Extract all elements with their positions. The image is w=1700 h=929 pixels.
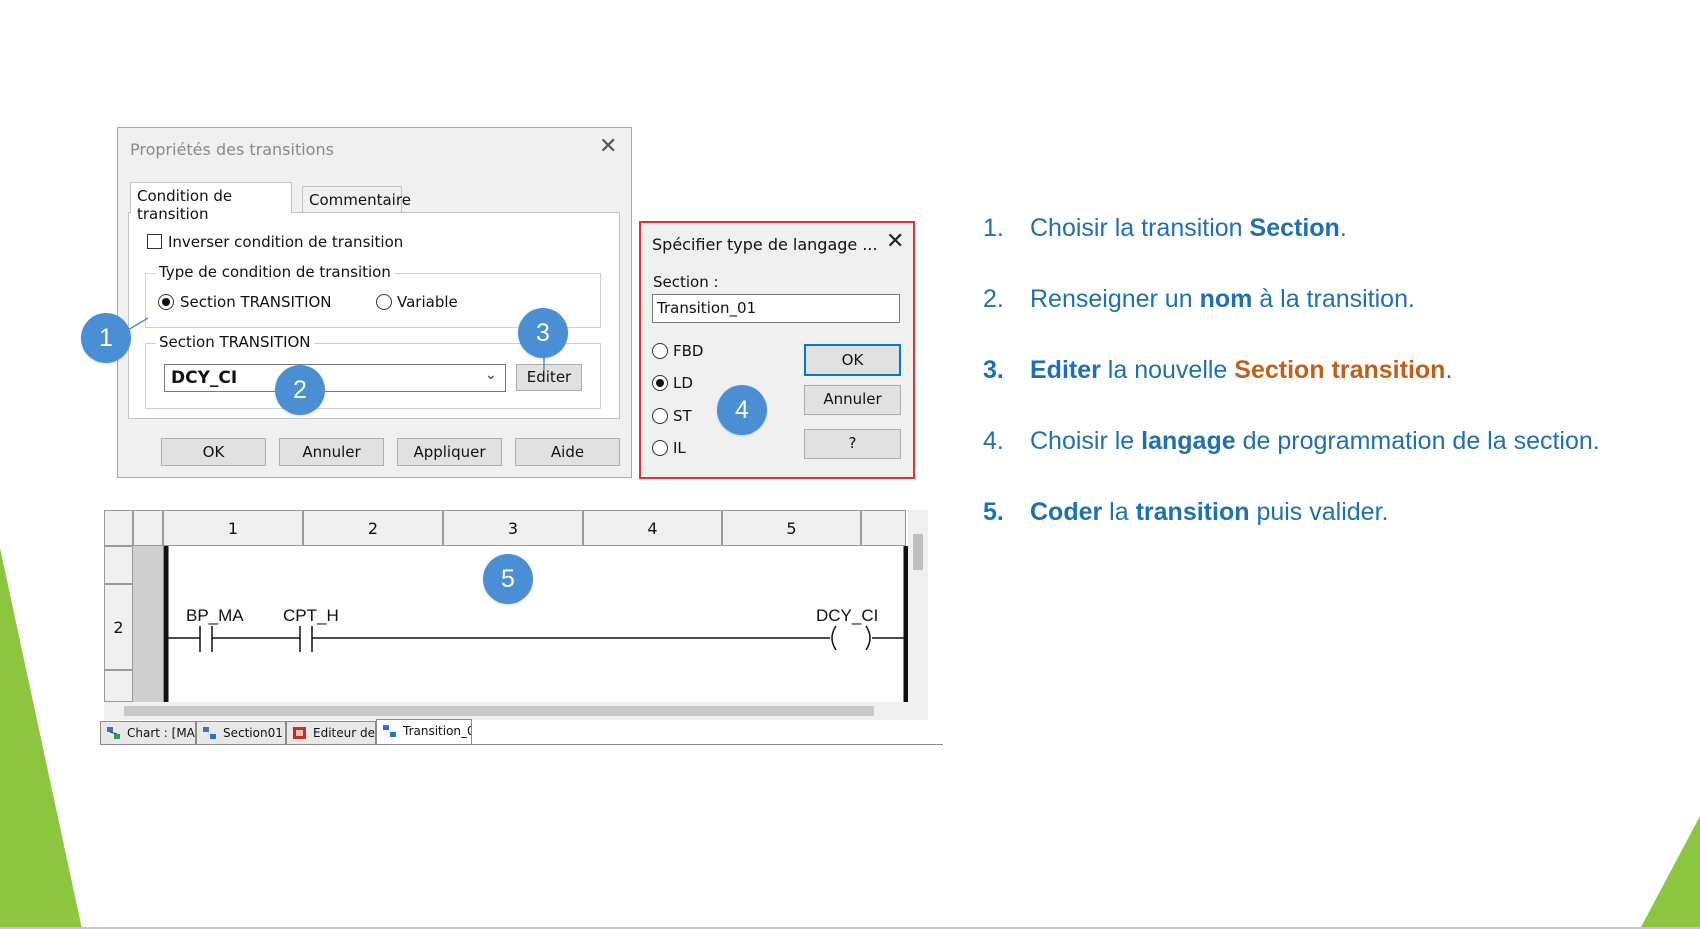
step-5: 5. Coder la transition puis valider. <box>983 498 1388 527</box>
step-text: la <box>1102 498 1136 526</box>
step-highlight: Section transition <box>1234 356 1446 384</box>
step-bubble-2: 2 <box>275 365 325 415</box>
step-bold: langage <box>1141 427 1236 455</box>
step-bold: transition <box>1135 498 1250 526</box>
step-text: la nouvelle <box>1100 356 1235 384</box>
step-4: 4. Choisir le langage de programmation de… <box>983 427 1600 456</box>
tab-section01[interactable]: Section01 <... <box>196 721 286 745</box>
data-editor-icon <box>293 727 306 739</box>
bubble-connector <box>127 317 545 370</box>
step-number: 1. <box>983 214 1004 242</box>
step-text: Renseigner un <box>1030 285 1200 313</box>
help-button[interactable]: ? <box>804 429 901 459</box>
tab-label: Chart : [MA... <box>127 726 195 740</box>
step-1: 1. Choisir la transition Section. <box>983 214 1347 243</box>
tab-bar-fill <box>472 744 943 745</box>
scroll-thumb[interactable] <box>913 534 923 570</box>
tab-label: Section01 <... <box>223 726 285 740</box>
step-bubble-5: 5 <box>483 554 533 604</box>
ok-button[interactable]: OK <box>804 344 901 376</box>
coil-label: DCY_CI <box>816 606 879 625</box>
step-bubble-4: 4 <box>717 385 767 435</box>
step-text: . <box>1339 214 1347 242</box>
tab-label: Transition_0 ... <box>403 724 472 738</box>
tab-condition[interactable]: Condition de transition <box>130 182 292 223</box>
section-icon <box>203 727 216 739</box>
step-text: Choisir le <box>1030 427 1142 455</box>
step-text: à la transition. <box>1252 285 1415 313</box>
step-2: 2. Renseigner un nom à la transition. <box>983 285 1415 314</box>
step-text: . <box>1445 356 1453 384</box>
step-text: Choisir la transition <box>1030 214 1250 242</box>
step-bubble-3: 3 <box>518 308 568 358</box>
tab-transition[interactable]: Transition_0 ... <box>376 719 472 745</box>
scroll-thumb[interactable] <box>124 706 874 716</box>
step-number: 2. <box>983 285 1004 313</box>
horizontal-scrollbar[interactable] <box>104 702 928 720</box>
step-3: 3. Editer la nouvelle Section transition. <box>983 356 1452 385</box>
chart-icon <box>107 727 120 739</box>
close-icon[interactable]: ✕ <box>886 229 904 254</box>
step-bold: Coder <box>1030 498 1103 526</box>
step-number: 4. <box>983 427 1004 455</box>
step-bubble-1: 1 <box>81 313 131 363</box>
step-number: 3. <box>983 356 1004 384</box>
vertical-scrollbar[interactable] <box>908 510 928 702</box>
section-icon <box>383 725 396 737</box>
tab-data-editor[interactable]: Editeur de d... <box>286 721 376 745</box>
step-number: 5. <box>983 498 1004 526</box>
step-text: de programmation de la section. <box>1235 427 1600 455</box>
tab-chart[interactable]: Chart : [MA... <box>100 721 196 745</box>
step-text: puis valider. <box>1249 498 1389 526</box>
cancel-button[interactable]: Annuler <box>804 385 901 415</box>
tab-label: Editeur de d... <box>313 726 375 740</box>
step-bold: Editer <box>1030 356 1101 384</box>
step-bold: nom <box>1199 285 1253 313</box>
step-bold: Section <box>1249 214 1340 242</box>
